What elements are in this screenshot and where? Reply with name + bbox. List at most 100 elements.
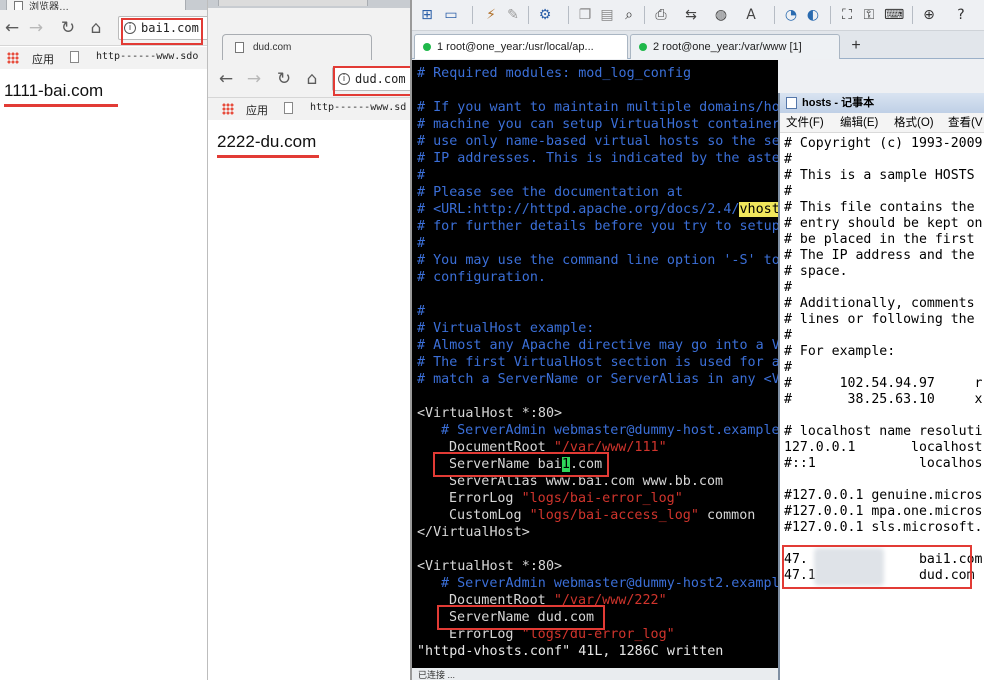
home-icon[interactable]: ⌂	[86, 18, 106, 38]
globe-icon[interactable]: ◍	[712, 6, 730, 24]
terminal-line: # Please see the documentation at	[417, 185, 684, 200]
app-toolbar: ⊞ ▭ ⚡ ✎ ⚙ ❐ ▤ ⌕ ⎙ ⇆ ◍ A ◔ ◐ ⛶ ⚿ ⌨ ⊕ ?	[412, 0, 984, 31]
transfer-icon[interactable]: ⇆	[682, 6, 700, 24]
fullscreen-icon[interactable]: ⛶	[838, 6, 856, 24]
annotation-box	[433, 452, 609, 477]
compose-icon[interactable]: ◐	[804, 6, 822, 24]
menu-view[interactable]: 查看(V	[948, 113, 983, 133]
menu-format[interactable]: 格式(O)	[894, 113, 934, 133]
help-icon[interactable]: ?	[952, 6, 970, 24]
browser-tab[interactable]: dud.com	[222, 34, 372, 60]
script-icon[interactable]: ◔	[782, 6, 800, 24]
font-icon[interactable]: A	[742, 6, 760, 24]
notepad-text-area[interactable]: # Copyright (c) 1993-2009 # # This is a …	[780, 134, 984, 680]
page-icon	[284, 102, 293, 114]
add-tab-button[interactable]: +	[846, 36, 866, 56]
terminal-line: # Required modules: mod_log_config	[417, 66, 692, 81]
find-icon[interactable]: ⌕	[620, 6, 638, 24]
forward-arrow-icon[interactable]: →	[244, 69, 264, 89]
terminal-line: # IP addresses. This is indicated by the…	[417, 151, 778, 166]
print-icon[interactable]: ⎙	[652, 6, 670, 24]
copy-icon[interactable]: ❐	[576, 6, 594, 24]
menu-edit[interactable]: 编辑(E)	[840, 113, 878, 133]
text-line: # Additionally, comments	[784, 296, 975, 311]
vim-status-line: "httpd-vhosts.conf" 41L, 1286C written	[417, 644, 724, 659]
bookmark-item[interactable]: http------www.sd	[310, 102, 406, 113]
terminal-output[interactable]: # Required modules: mod_log_config # If …	[412, 60, 778, 668]
back-arrow-icon[interactable]: ←	[216, 69, 236, 89]
annotation-box	[333, 66, 410, 96]
background-tab[interactable]	[218, 0, 368, 6]
terminal-line: # use only name-based virtual hosts so t…	[417, 134, 778, 149]
terminal-line: #	[417, 304, 426, 319]
session-tab-label: 1 root@one_year:/usr/local/ap...	[437, 41, 594, 53]
text-line: # 102.54.94.97 r	[784, 376, 983, 391]
menu-bar: 文件(F) 编辑(E) 格式(O) 查看(V	[780, 113, 984, 133]
session-tab-2[interactable]: 2 root@one_year:/var/www [1]	[630, 34, 840, 59]
session-tab-label: 2 root@one_year:/var/www [1]	[653, 41, 802, 53]
session-tab-1[interactable]: 1 root@one_year:/usr/local/ap...	[414, 34, 628, 59]
text-line: # For example:	[784, 344, 896, 359]
terminal-line: # <URL:http://httpd.apache.org/docs/2.4/…	[417, 201, 778, 218]
annotation-box	[121, 18, 203, 45]
apps-grid-icon[interactable]	[7, 52, 19, 64]
text-line: #127.0.0.1 mpa.one.micros	[784, 504, 983, 519]
keyboard-icon[interactable]: ⌨	[884, 6, 904, 24]
page-icon	[70, 51, 79, 63]
back-arrow-icon[interactable]: ←	[2, 18, 22, 38]
open-folder-icon[interactable]: ▭	[442, 6, 460, 24]
menu-file[interactable]: 文件(F)	[786, 113, 824, 133]
terminal-text: common	[698, 508, 756, 523]
terminal-line: # Almost any Apache directive may go int…	[417, 338, 778, 353]
terminal-line: <VirtualHost *:80>	[417, 559, 563, 574]
bookmark-apps[interactable]: 应用	[246, 102, 268, 118]
text-line: #	[784, 328, 792, 343]
paste-icon[interactable]: ▤	[598, 6, 616, 24]
text-line: # space.	[784, 264, 848, 279]
lock-icon[interactable]: ⚿	[860, 6, 878, 24]
browser-tab[interactable]: 浏览器…	[6, 0, 186, 10]
terminal-line: # configuration.	[417, 270, 546, 285]
browser-window-2: dud.com ← → ↻ ⌂ i dud.com 应用 http------w…	[208, 0, 412, 680]
add-icon[interactable]: ⊕	[920, 6, 938, 24]
text-line: # lines or following the	[784, 312, 975, 327]
terminal-line: # VirtualHost example:	[417, 321, 595, 336]
apps-grid-icon[interactable]	[222, 103, 234, 115]
status-dot-icon	[639, 43, 647, 51]
text-line: # be placed in the first	[784, 232, 975, 247]
bookmark-apps[interactable]: 应用	[32, 51, 54, 67]
terminal-line: #	[417, 168, 426, 183]
home-icon[interactable]: ⌂	[302, 69, 322, 89]
connect-icon[interactable]: ⚡	[482, 6, 500, 24]
terminal-text: CustomLog	[449, 508, 530, 523]
tab-strip: dud.com	[208, 0, 410, 60]
session-tabs: 1 root@one_year:/usr/local/ap... 2 root@…	[412, 31, 984, 59]
terminal-line: # ServerAdmin webmaster@dummy-host2.exam…	[441, 576, 778, 591]
text-line: #	[784, 184, 792, 199]
text-line: # 38.25.63.10 x	[784, 392, 983, 407]
bookmarks-bar: 应用 http------www.sd	[208, 98, 410, 120]
window-title: hosts - 记事本	[802, 97, 875, 109]
disconnect-icon[interactable]: ✎	[504, 6, 522, 24]
properties-icon[interactable]: ⚙	[536, 6, 554, 24]
terminal-text: "logs/bai-error_log"	[521, 491, 683, 506]
bookmark-item[interactable]: http------www.sdo	[96, 51, 198, 62]
tab-label: dud.com	[253, 42, 292, 53]
notepad-titlebar[interactable]: hosts - 记事本	[780, 93, 984, 113]
text-line: # localhost name resoluti	[784, 424, 983, 439]
reload-icon[interactable]: ↻	[58, 18, 78, 38]
page-heading: 2222-du.com	[217, 132, 317, 151]
tab-label: 浏览器…	[29, 2, 69, 10]
terminal-line: #	[417, 236, 426, 251]
new-session-icon[interactable]: ⊞	[418, 6, 436, 24]
forward-arrow-icon[interactable]: →	[26, 18, 46, 38]
page-heading: 1111-bai.com	[4, 81, 104, 100]
terminal-line: # ServerAdmin webmaster@dummy-host.examp…	[441, 423, 778, 438]
terminal-line: # If you want to maintain multiple domai…	[417, 100, 778, 115]
status-dot-icon	[423, 43, 431, 51]
reload-icon[interactable]: ↻	[274, 69, 294, 89]
page-icon	[14, 1, 23, 10]
page-icon	[235, 42, 244, 53]
terminal-line: # You may use the command line option '-…	[417, 253, 778, 268]
status-bar: 已连接 ...	[412, 668, 778, 680]
